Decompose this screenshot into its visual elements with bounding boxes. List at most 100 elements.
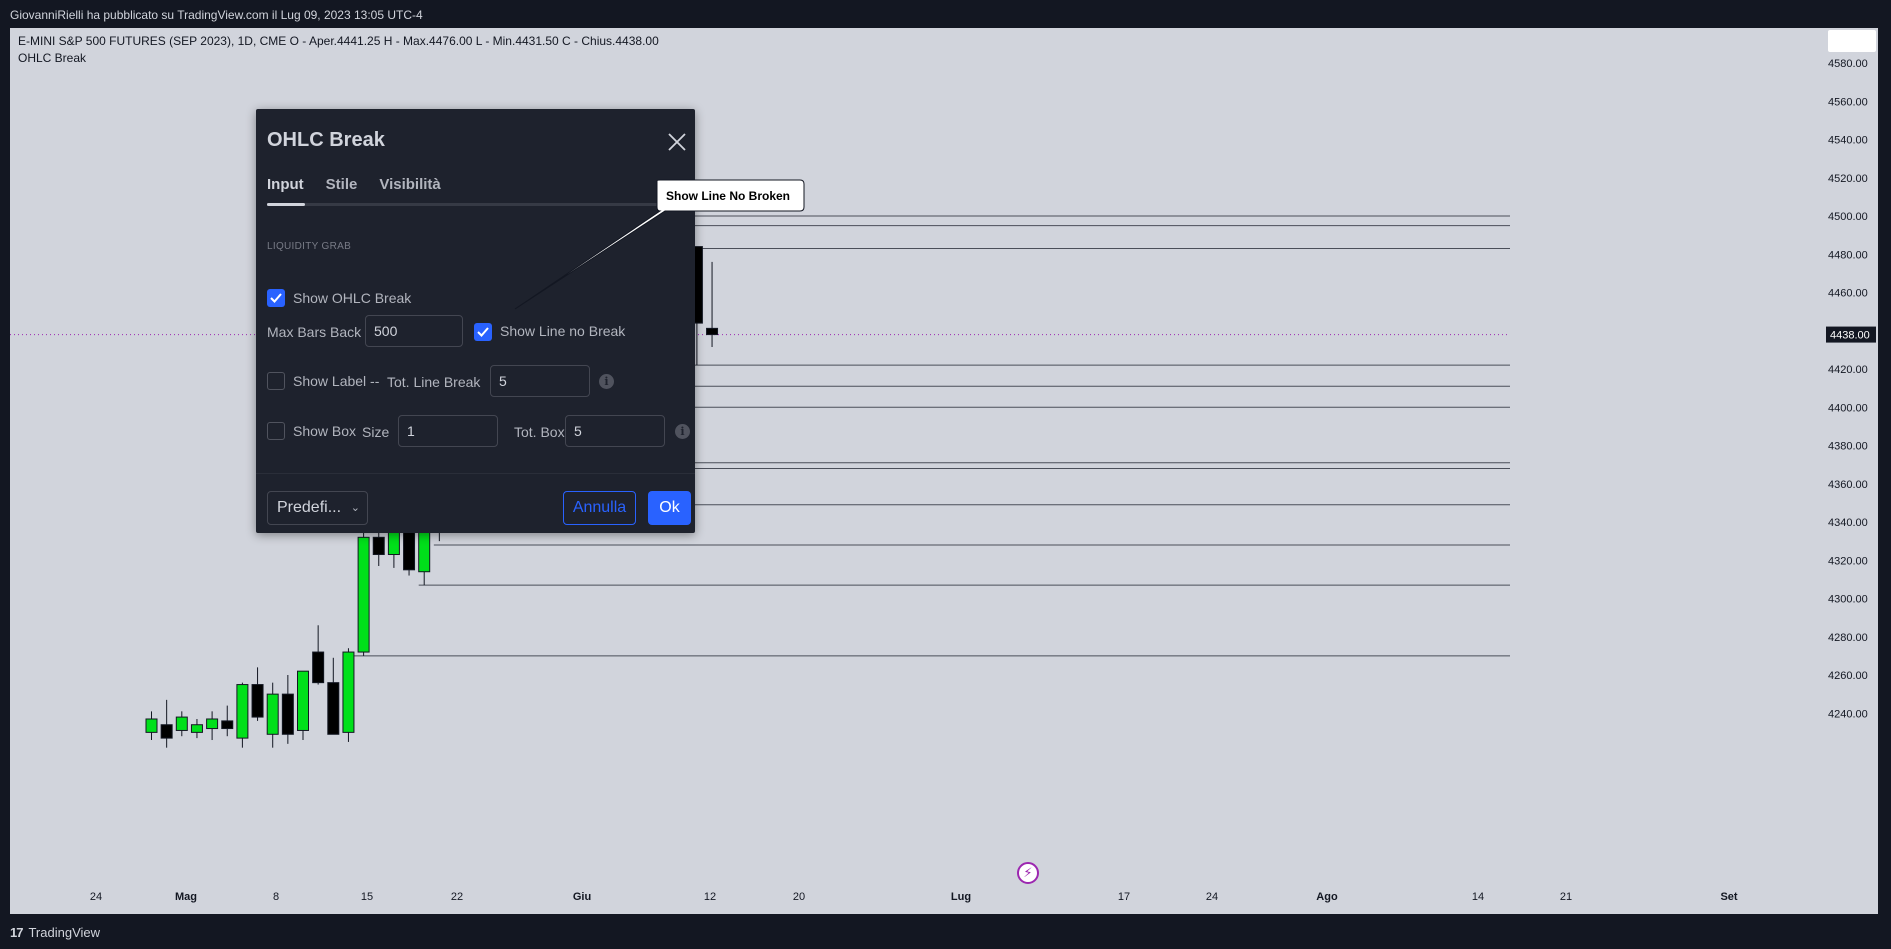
candle-body [251,684,264,718]
info-icon[interactable]: i [675,424,690,439]
price-tick-label: 4380.00 [1828,441,1868,453]
symbol-legend: E-MINI S&P 500 FUTURES (SEP 2023), 1D, C… [18,34,659,48]
candle-body [372,536,385,556]
chevron-down-icon: ⌄ [350,502,360,514]
show-box-label: Show Box [293,423,357,439]
candle-body [160,724,173,739]
candle-body [297,670,309,731]
candle-body [706,327,719,336]
candle-body [281,693,294,735]
candle-body [387,529,400,556]
time-tick-label: 24 [1206,891,1218,903]
row-max-bars-back: Max Bars Back 500 Show Line no Break [267,315,687,347]
time-tick-label: 21 [1560,891,1572,903]
time-tick-label: Set [1720,891,1737,903]
time-tick-label: 15 [361,891,373,903]
time-scale[interactable] [10,880,1878,914]
dialog-footer-divider [256,473,695,474]
time-tick-label: Giu [573,891,591,903]
indicator-settings-dialog: OHLC Break Input Stile Visibilità LIQUID… [256,109,695,533]
candle-body [145,718,158,733]
tab-visibility[interactable]: Visibilità [379,176,440,198]
candle-body [403,531,416,571]
price-tick-label: 4520.00 [1828,173,1868,185]
candle-body [175,716,188,731]
candle-body [327,682,340,735]
time-tick-label: Mag [175,891,197,903]
lightning-icon[interactable]: ⚡ [1017,862,1039,884]
candle-body [206,718,219,730]
candle-body [342,651,355,733]
price-scale[interactable] [1510,28,1878,880]
tot-box-label: Tot. Box [514,424,565,440]
screenshot-frame: GiovanniRielli ha pubblicato su TradingV… [0,0,1891,949]
price-tick-label: 4420.00 [1828,364,1868,376]
price-tick-label: 4480.00 [1828,249,1868,261]
candle-body [190,724,203,733]
price-tick-label: 4580.00 [1828,58,1868,70]
dialog-tabs: Input Stile Visibilità [267,176,441,198]
size-label: Size [362,424,390,440]
row-show-box: Show Box Size 1 Tot. Box 5 i [267,415,690,447]
row-show-label: Show Label -- Tot. Line Break 5 i [267,365,687,397]
time-tick-label: Lug [951,891,971,903]
defaults-label: Predefi... [277,499,342,516]
tradingview-logo[interactable]: 17 TradingView [10,924,100,940]
show-label-label: Show Label -- [293,373,380,389]
current-price-label: 4438.00 [1830,330,1870,342]
time-tick-label: 22 [451,891,463,903]
tv-logo-icon: 17 [10,924,24,940]
time-tick-label: 17 [1118,891,1130,903]
tab-input[interactable]: Input [267,176,304,198]
candle-body [221,720,234,730]
candle-body [266,693,279,735]
price-tick-label: 4540.00 [1828,135,1868,147]
indicator-legend[interactable]: OHLC Break [18,51,86,65]
candle-body [236,684,249,739]
show-line-no-break-checkbox[interactable] [474,323,492,341]
price-tick-label: 4260.00 [1828,670,1868,682]
price-tick-label: 4280.00 [1828,632,1868,644]
time-tick-label: 24 [90,891,102,903]
close-icon[interactable] [666,131,688,153]
candle-body [312,651,325,684]
price-tick-label: 4300.00 [1828,594,1868,606]
price-tick-label: 4400.00 [1828,402,1868,414]
tradingview-logo-text: TradingView [28,924,101,940]
time-tick-label: 14 [1472,891,1484,903]
section-title: LIQUIDITY GRAB [267,241,352,252]
price-tick-label: 4460.00 [1828,288,1868,300]
info-icon[interactable]: i [599,374,614,389]
price-tick-label: 4560.00 [1828,96,1868,108]
publish-caption: GiovanniRielli ha pubblicato su TradingV… [10,8,423,22]
defaults-dropdown[interactable]: Predefi... ⌄ [267,491,368,525]
max-bars-back-input[interactable]: 500 [365,315,463,347]
price-tick-label: 4340.00 [1828,517,1868,529]
callout-text: Show Line No Broken [665,189,790,203]
ok-button[interactable]: Ok [648,491,691,525]
time-tick-label: Ago [1316,891,1338,903]
cancel-button[interactable]: Annulla [563,491,636,525]
time-tick-label: 12 [704,891,716,903]
price-tick-label: 4320.00 [1828,555,1868,567]
tot-line-break-input[interactable]: 5 [490,365,590,397]
show-line-no-break-label: Show Line no Break [500,323,626,339]
active-tab-indicator [267,203,305,206]
max-bars-back-label: Max Bars Back [267,324,362,340]
price-scale-header[interactable] [1828,30,1876,52]
price-tick-label: 4500.00 [1828,211,1868,223]
time-tick-label: 20 [793,891,805,903]
price-tick-label: 4240.00 [1828,708,1868,720]
tot-line-break-label: Tot. Line Break [387,374,481,390]
show-ohlc-break-checkbox[interactable] [267,289,285,307]
show-label-checkbox[interactable] [267,372,285,390]
show-box-checkbox[interactable] [267,422,285,440]
time-tick-label: 8 [273,891,279,903]
tab-style[interactable]: Stile [326,176,358,198]
show-ohlc-break-label: Show OHLC Break [293,290,412,306]
size-input[interactable]: 1 [398,415,498,447]
price-tick-label: 4360.00 [1828,479,1868,491]
candle-body [357,536,370,653]
tot-box-input[interactable]: 5 [565,415,665,447]
dialog-title: OHLC Break [267,129,385,151]
